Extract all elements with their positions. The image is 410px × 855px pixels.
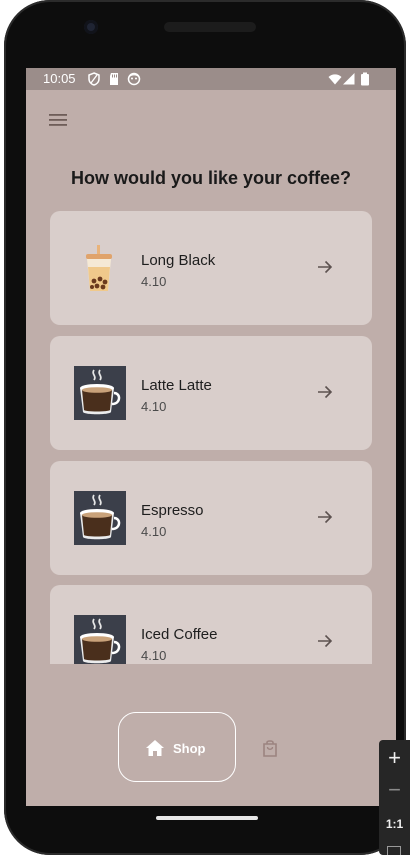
signal-icon: [342, 72, 356, 86]
product-list[interactable]: Long Black 4.10 Latte Latte 4.10 Espress…: [50, 211, 372, 664]
status-bar: 10:05: [26, 68, 396, 90]
product-name: Latte Latte: [141, 377, 212, 394]
shield-icon: [87, 72, 101, 86]
wifi-icon: [328, 72, 342, 86]
nav-shop-button[interactable]: Shop: [118, 712, 236, 782]
coffee-cup-icon: [74, 615, 126, 664]
home-icon: [145, 738, 165, 758]
product-price: 4.10: [141, 648, 167, 663]
zoom-in-button[interactable]: +: [379, 744, 410, 772]
menu-button[interactable]: [46, 108, 70, 132]
product-card-latte-latte[interactable]: Latte Latte 4.10: [50, 336, 372, 450]
product-name: Long Black: [141, 252, 216, 269]
coffee-cup-icon: [74, 366, 126, 420]
shopping-bag-icon[interactable]: [260, 738, 280, 758]
product-name: Espresso: [141, 502, 204, 519]
emulator-zoom-panel: + − 1:1: [379, 740, 410, 855]
product-price: 4.10: [141, 524, 167, 539]
nav-shop-label: Shop: [173, 741, 206, 756]
arrow-right-icon[interactable]: [315, 257, 335, 277]
menu-icon: [49, 114, 67, 126]
arrow-right-icon[interactable]: [315, 631, 335, 651]
sd-card-icon: [107, 72, 121, 86]
face-icon: [127, 72, 141, 86]
fit-screen-icon[interactable]: [387, 846, 401, 855]
battery-icon: [360, 72, 370, 86]
app-screen: 10:05 How would you like your coffee? Lo…: [26, 68, 396, 806]
earpiece-speaker: [164, 22, 256, 32]
product-price: 4.10: [141, 274, 167, 289]
zoom-reset-button[interactable]: 1:1: [379, 810, 410, 838]
status-time: 10:05: [43, 71, 76, 86]
gesture-bar[interactable]: [156, 816, 258, 820]
bubble-tea-icon: [74, 241, 126, 295]
phone-frame: 10:05 How would you like your coffee? Lo…: [4, 0, 406, 855]
page-title: How would you like your coffee?: [70, 168, 352, 188]
zoom-out-button[interactable]: −: [379, 776, 410, 804]
coffee-cup-icon: [74, 491, 126, 545]
front-camera: [84, 20, 98, 34]
product-name: Iced Coffee: [141, 626, 218, 643]
product-card-long-black[interactable]: Long Black 4.10: [50, 211, 372, 325]
arrow-right-icon[interactable]: [315, 382, 335, 402]
product-card-espresso[interactable]: Espresso 4.10: [50, 461, 372, 575]
arrow-right-icon[interactable]: [315, 507, 335, 527]
product-price: 4.10: [141, 399, 167, 414]
product-card-iced-coffee[interactable]: Iced Coffee 4.10: [50, 585, 372, 664]
